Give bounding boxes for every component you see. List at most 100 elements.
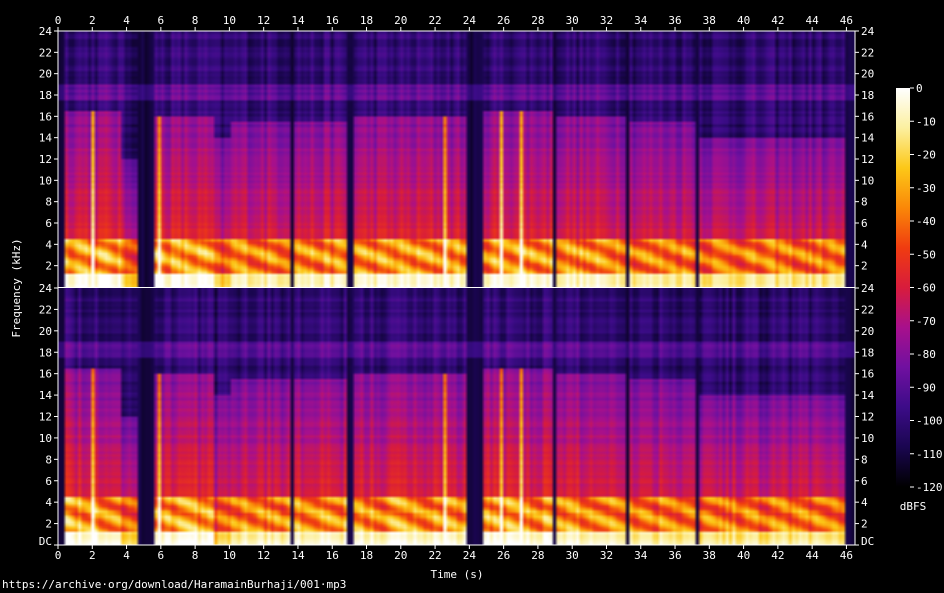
y-tick-label-right: 22	[861, 303, 874, 316]
x-tick-label-bottom: 4	[123, 549, 130, 562]
x-tick-label-bottom: 10	[223, 549, 236, 562]
colorbar-tick-label: -40	[916, 215, 936, 228]
x-tick-label-bottom: 40	[737, 549, 750, 562]
x-tick-label-top: 8	[192, 14, 199, 27]
source-url: https://archive·org/download/HaramainBur…	[2, 578, 347, 591]
x-tick-label-bottom: 8	[192, 549, 199, 562]
y-tick-label-left: 16	[39, 110, 52, 123]
y-tick-label-left: 16	[39, 368, 52, 381]
colorbar-tick-label: 0	[916, 82, 923, 95]
spectrogram-channel-lower	[58, 288, 855, 545]
x-tick-label-bottom: 26	[497, 549, 510, 562]
y-tick-label-left: 22	[39, 303, 52, 316]
y-tick-label-left: 14	[39, 132, 53, 145]
x-tick-label-bottom: 34	[634, 549, 648, 562]
x-tick-label-bottom: 36	[668, 549, 681, 562]
x-tick-label-bottom: 16	[326, 549, 339, 562]
y-tick-label-right: 8	[861, 196, 868, 209]
colorbar-tick-label: -70	[916, 315, 936, 328]
y-tick-label-right: 20	[861, 325, 874, 338]
colorbar-tick-label: -100	[916, 415, 943, 428]
x-tick-label-top: 34	[634, 14, 648, 27]
x-tick-label-bottom: 42	[771, 549, 784, 562]
colorbar: 0 -10 -20 -30 -40 -50 -60 -70 -80 -90 -100 -110 -120	[896, 82, 943, 494]
y-tick-label-left: 8	[45, 196, 52, 209]
x-tick-label-top: 24	[463, 14, 477, 27]
colorbar-tick-label: -90	[916, 381, 936, 394]
x-tick-label-top: 0	[55, 14, 62, 27]
y-tick-label-right: 2	[861, 518, 868, 531]
x-tick-label-bottom: 32	[600, 549, 613, 562]
x-tick-label-bottom: 24	[463, 549, 477, 562]
x-tick-label-top: 6	[158, 14, 165, 27]
spectrogram-figure: 0022446688101012121414161618182020222224…	[10, 14, 943, 581]
x-tick-label-bottom: 20	[394, 549, 407, 562]
x-tick-label-bottom: 18	[360, 549, 373, 562]
y-tick-label-right: 20	[861, 68, 874, 81]
x-tick-label-bottom: 30	[566, 549, 579, 562]
y-tick-label-left: 14	[39, 389, 53, 402]
y-tick-label-left: 10	[39, 174, 52, 187]
x-tick-label-top: 22	[428, 14, 441, 27]
y-tick-label-left: 8	[45, 453, 52, 466]
y-tick-label-right: 14	[861, 132, 875, 145]
y-tick-label-right: 12	[861, 153, 874, 166]
x-tick-label-bottom: 2	[89, 549, 96, 562]
colorbar-tick-label: -60	[916, 282, 936, 295]
y-tick-label-right: 16	[861, 110, 874, 123]
colorbar-scale	[896, 88, 910, 487]
spectrogram-channel-upper	[58, 31, 855, 287]
y-tick-label-right: 4	[861, 496, 868, 509]
x-tick-label-top: 12	[257, 14, 270, 27]
colorbar-label: dBFS	[900, 500, 927, 513]
y-tick-label-left: 2	[45, 518, 52, 531]
y-tick-label-right: 22	[861, 46, 874, 59]
y-tick-label-right: 24	[861, 282, 875, 295]
x-tick-label-top: 36	[668, 14, 681, 27]
x-tick-label-bottom: 6	[158, 549, 165, 562]
y-tick-label-left: 12	[39, 153, 52, 166]
y-tick-label-right: 6	[861, 475, 868, 488]
x-tick-label-top: 20	[394, 14, 407, 27]
y-tick-label-left: 22	[39, 46, 52, 59]
x-tick-label-top: 18	[360, 14, 373, 27]
colorbar-tick-label: -110	[916, 448, 943, 461]
x-axis-label: Time (s)	[431, 568, 484, 581]
y-tick-label-right: 14	[861, 389, 875, 402]
y-tick-label-left: 4	[45, 496, 52, 509]
y-tick-label-left: 18	[39, 346, 52, 359]
x-tick-label-bottom: 38	[703, 549, 716, 562]
y-tick-label-right: 8	[861, 453, 868, 466]
x-tick-label-top: 10	[223, 14, 236, 27]
x-tick-label-top: 16	[326, 14, 339, 27]
x-tick-label-top: 44	[806, 14, 820, 27]
y-tick-label-right: 4	[861, 238, 868, 251]
x-tick-label-top: 4	[123, 14, 130, 27]
y-tick-label-left: 24	[39, 282, 53, 295]
x-tick-label-top: 26	[497, 14, 510, 27]
y-tick-label-right: 12	[861, 411, 874, 424]
x-tick-label-top: 14	[291, 14, 305, 27]
y-tick-label-left: DC	[39, 535, 52, 548]
y-tick-label-left: 20	[39, 68, 52, 81]
colorbar-tick-label: -10	[916, 115, 936, 128]
y-tick-label-right: 2	[861, 260, 868, 273]
y-tick-label-left: 24	[39, 25, 53, 38]
x-tick-label-top: 38	[703, 14, 716, 27]
x-tick-label-top: 40	[737, 14, 750, 27]
colorbar-tick-label: -80	[916, 348, 936, 361]
colorbar-tick-label: -30	[916, 182, 936, 195]
y-tick-label-left: 10	[39, 432, 52, 445]
x-tick-label-bottom: 44	[806, 549, 820, 562]
x-tick-label-top: 30	[566, 14, 579, 27]
y-tick-label-left: 2	[45, 260, 52, 273]
y-tick-label-left: 18	[39, 89, 52, 102]
y-tick-label-right: 24	[861, 25, 875, 38]
x-tick-label-bottom: 22	[428, 549, 441, 562]
x-tick-label-top: 46	[840, 14, 853, 27]
x-tick-label-top: 42	[771, 14, 784, 27]
x-tick-label-bottom: 12	[257, 549, 270, 562]
x-tick-label-top: 28	[531, 14, 544, 27]
x-tick-label-bottom: 46	[840, 549, 853, 562]
y-axis-label: Frequency (kHz)	[10, 238, 23, 337]
